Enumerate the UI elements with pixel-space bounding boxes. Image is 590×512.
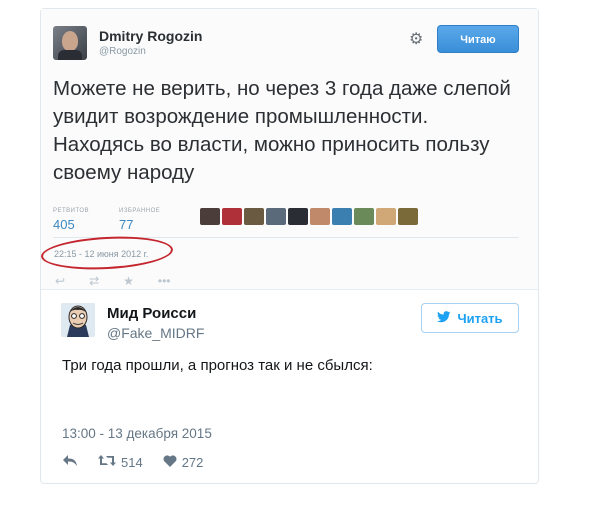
retweet-icon	[98, 454, 116, 470]
follow-button[interactable]: Читать	[421, 303, 519, 333]
avatar[interactable]	[61, 303, 95, 337]
action-bar: 514 272	[62, 454, 223, 470]
action-bar: ↩ ⇄ ★ •••	[55, 274, 171, 288]
reply-icon: ↩	[55, 274, 66, 288]
favoriters-avatars	[200, 208, 418, 225]
avatar	[53, 26, 87, 60]
favorite-icon: ★	[123, 274, 134, 288]
follow-label: Читать	[457, 310, 503, 326]
favoriter-avatar	[266, 208, 286, 225]
favoriter-avatar	[376, 208, 396, 225]
heart-icon	[163, 454, 177, 470]
favoriter-avatar	[288, 208, 308, 225]
author-name: Dmitry Rogozin	[99, 28, 203, 44]
favoriter-avatar	[354, 208, 374, 225]
follow-button: Читаю	[437, 25, 519, 53]
favoriter-avatar	[200, 208, 220, 225]
like-count: 272	[181, 454, 204, 470]
twitter-bird-icon	[437, 310, 451, 326]
like-button[interactable]: 272	[163, 454, 204, 470]
retweets-label: РЕТВИТОВ	[53, 208, 90, 214]
favoriter-avatar	[222, 208, 242, 225]
favoriter-avatar	[310, 208, 330, 225]
tweet-text: Три года прошли, а прогноз так и не сбыл…	[62, 357, 373, 374]
retweet-button[interactable]: 514	[98, 454, 143, 470]
reply-button[interactable]	[62, 454, 78, 470]
favorites-count: 77	[119, 217, 134, 232]
gear-icon: ⚙	[409, 31, 424, 48]
favoriter-avatar	[332, 208, 352, 225]
author-name[interactable]: Мид Роисси	[107, 305, 196, 322]
retweet-icon: ⇄	[89, 274, 100, 288]
author-handle: @Rogozin	[99, 46, 146, 57]
embedded-tweet-image[interactable]: Dmitry Rogozin @Rogozin ⚙ Читаю Можете н…	[41, 9, 538, 290]
retweet-count: 514	[121, 454, 143, 470]
timestamp[interactable]: 13:00 - 13 декабря 2015	[62, 426, 212, 441]
favoriter-avatar	[244, 208, 264, 225]
favorites-label: ИЗБРАННОЕ	[119, 208, 161, 214]
tweet-text: Можете не верить, но через 3 года даже с…	[53, 77, 511, 184]
retweets-count: 405	[53, 217, 75, 232]
author-handle[interactable]: @Fake_MIDRF	[107, 325, 204, 341]
more-icon: •••	[157, 274, 171, 288]
favoriter-avatar	[398, 208, 418, 225]
red-circle-annotation	[41, 233, 174, 273]
reply-icon	[62, 454, 78, 470]
